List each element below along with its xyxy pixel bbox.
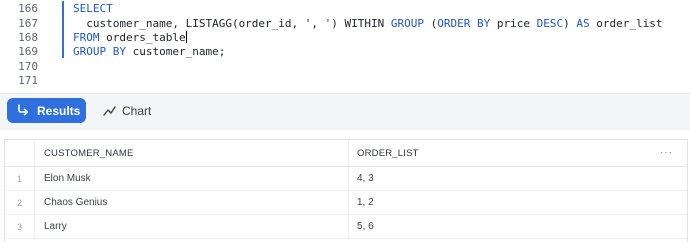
- sql-text: customer_name;: [126, 45, 226, 58]
- code-line[interactable]: GROUP BY customer_name;: [73, 44, 225, 59]
- sql-keyword: SELECT: [73, 2, 113, 15]
- sql-keyword: BY: [112, 45, 126, 58]
- line-number-gutter: 166 167 168 169 170 171: [0, 0, 46, 93]
- cell-order-list[interactable]: 5, 6: [349, 215, 687, 238]
- sql-text: orders_table: [99, 31, 186, 44]
- sql-editor[interactable]: 166 167 168 169 170 171 SELECT customer_…: [0, 0, 690, 93]
- active-statement-indicator: [62, 1, 64, 58]
- tab-results[interactable]: Results: [7, 98, 86, 123]
- tab-chart-label: Chart: [122, 103, 152, 118]
- sql-text: customer_name, LISTAGG(order_id, ', ') W…: [73, 17, 391, 30]
- line-number: 169: [18, 45, 38, 58]
- code-line[interactable]: customer_name, LISTAGG(order_id, ', ') W…: [73, 16, 662, 31]
- column-menu-icon[interactable]: ···: [660, 147, 673, 158]
- line-number: 167: [18, 17, 38, 30]
- row-number: 3: [5, 215, 35, 238]
- line-chart-icon: [103, 105, 116, 116]
- results-table: CUSTOMER_NAME ORDER_LIST ··· 1 Elon Musk…: [4, 139, 688, 242]
- row-number-header: [5, 140, 35, 166]
- sql-text: order_list: [589, 17, 663, 30]
- text-cursor: [185, 31, 187, 43]
- tab-results-label: Results: [37, 104, 81, 118]
- table-row[interactable]: 3 Larry 5, 6: [5, 215, 687, 239]
- line-number: 170: [18, 60, 38, 73]
- row-number: 2: [5, 191, 35, 214]
- row-number: 1: [5, 167, 35, 190]
- sql-keyword: DESC: [536, 17, 564, 30]
- code-line[interactable]: SELECT: [73, 1, 113, 16]
- column-header-customer-name[interactable]: CUSTOMER_NAME: [34, 140, 349, 166]
- sql-keyword: AS: [576, 17, 590, 30]
- sql-text: price: [490, 17, 537, 30]
- sql-keyword: ORDER: [437, 17, 471, 30]
- table-header: CUSTOMER_NAME ORDER_LIST ···: [5, 140, 687, 167]
- tab-chart[interactable]: Chart: [103, 98, 151, 123]
- sql-text: (: [424, 17, 438, 30]
- line-number: 168: [18, 31, 38, 44]
- line-number: 171: [18, 74, 38, 87]
- cell-customer-name[interactable]: Elon Musk: [34, 167, 349, 190]
- line-number: 166: [18, 2, 38, 15]
- cell-customer-name[interactable]: Larry: [34, 215, 349, 238]
- result-tabs: Results Chart: [0, 94, 690, 130]
- cell-order-list[interactable]: 1, 2: [349, 191, 687, 214]
- column-header-order-list[interactable]: ORDER_LIST: [349, 140, 687, 166]
- table-row[interactable]: 2 Chaos Genius 1, 2: [5, 191, 687, 215]
- code-line[interactable]: FROM orders_table: [73, 30, 187, 45]
- sql-keyword: GROUP: [73, 45, 107, 58]
- sql-keyword: BY: [477, 17, 491, 30]
- sql-keyword: GROUP: [390, 17, 425, 30]
- cell-customer-name[interactable]: Chaos Genius: [34, 191, 349, 214]
- cell-order-list[interactable]: 4, 3: [349, 167, 687, 190]
- sql-keyword: FROM: [73, 31, 100, 44]
- table-row[interactable]: 1 Elon Musk 4, 3: [5, 167, 687, 191]
- arrow-turn-right-icon: [18, 104, 29, 116]
- sql-text: ): [563, 17, 577, 30]
